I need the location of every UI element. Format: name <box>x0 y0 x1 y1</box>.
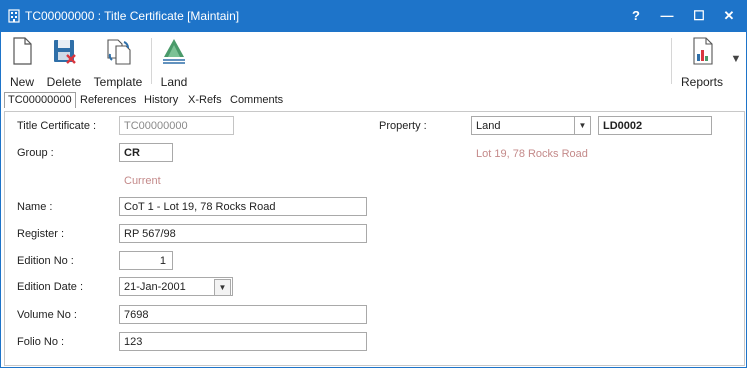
new-button[interactable]: New <box>6 36 38 89</box>
tab-x-refs[interactable]: X-Refs <box>188 94 222 106</box>
tab-comments[interactable]: Comments <box>230 94 283 106</box>
window: TC00000000 : Title Certificate [Maintain… <box>0 0 747 368</box>
volume-no-field[interactable]: 7698 <box>119 305 367 324</box>
folio-no-field[interactable]: 123 <box>119 332 367 351</box>
chevron-down-icon[interactable]: ▼ <box>574 117 590 134</box>
folio-no-label: Folio No : <box>17 336 65 348</box>
land-icon <box>163 39 185 64</box>
title-certificate-label: Title Certificate : <box>17 120 97 132</box>
delete-label: Delete <box>46 75 82 89</box>
edition-date-value: 21-Jan-2001 <box>124 281 186 293</box>
date-dropdown-icon[interactable]: ▼ <box>214 279 231 295</box>
tab-main[interactable]: TC00000000 <box>4 92 76 108</box>
tab-strip: TC00000000 References History X-Refs Com… <box>1 92 746 111</box>
title-bar: TC00000000 : Title Certificate [Maintain… <box>1 1 746 32</box>
template-button[interactable]: Template <box>92 36 144 89</box>
form-panel: Title Certificate : TC00000000 Group : C… <box>4 111 745 366</box>
toolbar-separator <box>151 38 152 84</box>
group-status-text: Current <box>124 175 161 187</box>
minimize-button[interactable]: — <box>652 5 682 27</box>
toolbar: New Delete Template Land Reports ▼ <box>1 32 746 92</box>
property-description-text: Lot 19, 78 Rocks Road <box>476 148 588 160</box>
reports-button[interactable]: Reports <box>678 36 726 89</box>
tab-references[interactable]: References <box>80 94 136 106</box>
land-button[interactable]: Land <box>156 36 192 89</box>
building-icon <box>8 9 20 23</box>
name-field[interactable]: CoT 1 - Lot 19, 78 Rocks Road <box>119 197 367 216</box>
register-label: Register : <box>17 228 65 240</box>
group-field[interactable]: CR <box>119 143 173 162</box>
property-label: Property : <box>379 120 427 132</box>
close-button[interactable]: ✕ <box>714 5 744 27</box>
register-field[interactable]: RP 567/98 <box>119 224 367 243</box>
maximize-button[interactable]: ☐ <box>684 5 714 27</box>
new-label: New <box>9 75 34 89</box>
delete-save-icon <box>54 40 76 64</box>
edition-no-label: Edition No : <box>17 255 74 267</box>
reports-icon <box>693 37 713 65</box>
edition-date-label: Edition Date : <box>17 281 84 293</box>
volume-no-label: Volume No : <box>17 309 77 321</box>
land-label: Land <box>160 75 188 89</box>
delete-button[interactable]: Delete <box>44 36 84 89</box>
template-label: Template <box>93 75 143 89</box>
reports-label: Reports <box>680 75 724 89</box>
name-label: Name : <box>17 201 53 213</box>
new-document-icon <box>13 37 32 65</box>
group-label: Group : <box>17 147 54 159</box>
toolbar-separator <box>671 38 672 84</box>
property-type-select[interactable]: Land ▼ <box>471 116 591 135</box>
window-title: TC00000000 : Title Certificate [Maintain… <box>25 9 240 23</box>
template-icon <box>107 39 131 65</box>
property-code-field[interactable]: LD0002 <box>598 116 712 135</box>
title-certificate-field: TC00000000 <box>119 116 234 135</box>
edition-no-field[interactable]: 1 <box>119 251 173 270</box>
help-button[interactable]: ? <box>621 5 651 27</box>
edition-date-field[interactable]: 21-Jan-2001 ▼ <box>119 277 233 296</box>
property-type-value: Land <box>476 120 501 132</box>
toolbar-overflow-button[interactable]: ▼ <box>728 48 744 70</box>
tab-history[interactable]: History <box>144 94 178 106</box>
